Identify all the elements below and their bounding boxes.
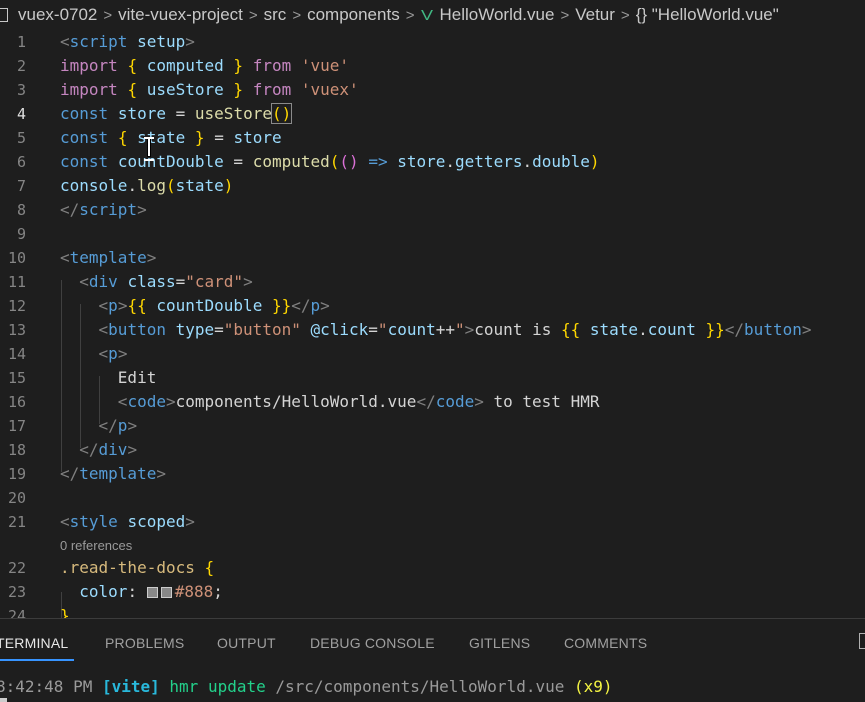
line-number: 12 bbox=[7, 297, 26, 315]
code-line[interactable]: const countDouble = computed(() => store… bbox=[60, 150, 600, 174]
line-number: 5 bbox=[16, 129, 26, 147]
breadcrumb-item-symbol[interactable]: {} "HelloWorld.vue" bbox=[636, 5, 779, 25]
code-line[interactable]: </div> bbox=[60, 438, 137, 462]
breadcrumb-item-file[interactable]: HelloWorld.vue bbox=[439, 5, 554, 25]
tab-debug-console[interactable]: DEBUG CONSOLE bbox=[310, 635, 435, 651]
breadcrumb-item-workspace[interactable]: vuex-0702 bbox=[18, 5, 97, 25]
vue-icon: V bbox=[421, 6, 434, 24]
code-line[interactable]: import { useStore } from 'vuex' bbox=[60, 78, 359, 102]
line-number: 9 bbox=[16, 225, 26, 243]
line-number: 15 bbox=[7, 369, 26, 387]
maximize-panel-icon[interactable] bbox=[859, 633, 865, 649]
codelens-references[interactable]: 0 references bbox=[60, 536, 132, 556]
chevron-right-icon: > bbox=[292, 6, 302, 24]
breadcrumb-item-vetur[interactable]: Vetur bbox=[575, 5, 615, 25]
breadcrumb-item-project[interactable]: vite-vuex-project bbox=[118, 5, 243, 25]
file-icon bbox=[0, 8, 8, 22]
terminal-tag: [vite] bbox=[101, 677, 160, 696]
terminal-message: hmr update bbox=[169, 677, 266, 696]
code-line[interactable]: </template> bbox=[60, 462, 166, 486]
line-number: 18 bbox=[7, 441, 26, 459]
code-line[interactable]: color: #888; bbox=[60, 580, 223, 604]
panel-tabs: TERMINAL PROBLEMS OUTPUT DEBUG CONSOLE G… bbox=[0, 619, 865, 663]
line-number: 23 bbox=[7, 583, 26, 601]
code-line[interactable]: <template> bbox=[60, 246, 156, 270]
code-line[interactable]: const { state } = store bbox=[60, 126, 282, 150]
terminal-time: 8:42:48 PM bbox=[0, 677, 93, 696]
breadcrumb-item-src[interactable]: src bbox=[264, 5, 287, 25]
line-number: 16 bbox=[7, 393, 26, 411]
code-line[interactable]: <code>components/HelloWorld.vue</code> t… bbox=[60, 390, 600, 414]
line-number: 10 bbox=[7, 249, 26, 267]
code-line[interactable]: } bbox=[60, 604, 70, 618]
line-number: 24 bbox=[7, 607, 26, 618]
chevron-right-icon: > bbox=[620, 6, 630, 24]
line-number: 11 bbox=[7, 273, 26, 291]
line-number: 17 bbox=[7, 417, 26, 435]
line-number: 22 bbox=[7, 559, 26, 577]
code-line[interactable]: console.log(state) bbox=[60, 174, 233, 198]
terminal-output-line: 8:42:48 PM [vite] hmr update /src/compon… bbox=[0, 677, 613, 696]
terminal-count: (x9) bbox=[574, 677, 613, 696]
tab-output[interactable]: OUTPUT bbox=[217, 635, 276, 651]
tab-comments[interactable]: COMMENTS bbox=[564, 635, 647, 651]
code-line[interactable]: </script> bbox=[60, 198, 147, 222]
code-line[interactable]: <div class="card"> bbox=[60, 270, 252, 294]
active-tab-indicator bbox=[0, 659, 74, 661]
code-line[interactable]: Edit bbox=[60, 366, 157, 390]
color-swatch-icon[interactable] bbox=[160, 587, 172, 598]
line-number: 13 bbox=[7, 321, 26, 339]
code-line[interactable]: <style scoped> bbox=[60, 510, 195, 534]
line-number: 19 bbox=[7, 465, 26, 483]
terminal-path: /src/components/HelloWorld.vue bbox=[275, 677, 565, 696]
line-number: 3 bbox=[16, 81, 26, 99]
text-cursor-icon bbox=[143, 136, 155, 161]
terminal-cursor bbox=[0, 698, 7, 702]
chevron-right-icon: > bbox=[103, 6, 113, 24]
chevron-right-icon: > bbox=[560, 6, 570, 24]
code-line[interactable]: <p> bbox=[60, 342, 128, 366]
tab-gitlens[interactable]: GITLENS bbox=[469, 635, 530, 651]
line-number: 7 bbox=[16, 177, 26, 195]
code-line[interactable]: import { computed } from 'vue' bbox=[60, 54, 349, 78]
code-line[interactable]: <p>{{ countDouble }}</p> bbox=[60, 294, 330, 318]
code-editor[interactable]: 1 <script setup> 2 import { computed } f… bbox=[0, 30, 865, 618]
tab-terminal[interactable]: TERMINAL bbox=[0, 635, 68, 651]
chevron-right-icon: > bbox=[248, 6, 258, 24]
breadcrumb: vuex-0702 > vite-vuex-project > src > co… bbox=[0, 0, 865, 30]
code-line[interactable]: .read-the-docs { bbox=[60, 556, 214, 580]
line-number: 20 bbox=[7, 489, 26, 507]
line-number: 2 bbox=[16, 57, 26, 75]
line-number: 1 bbox=[16, 33, 26, 51]
code-line-active[interactable]: const store = useStore() bbox=[60, 102, 293, 126]
code-line[interactable]: <script setup> bbox=[60, 30, 195, 54]
line-number: 8 bbox=[16, 201, 26, 219]
code-line[interactable]: <button type="button" @click="count++">c… bbox=[60, 318, 812, 342]
line-number-active: 4 bbox=[16, 105, 26, 123]
breadcrumb-item-components[interactable]: components bbox=[307, 5, 400, 25]
line-number: 6 bbox=[16, 153, 26, 171]
code-line[interactable]: </p> bbox=[60, 414, 138, 438]
chevron-right-icon: > bbox=[405, 6, 415, 24]
color-swatch-icon[interactable] bbox=[146, 587, 158, 598]
bottom-panel: TERMINAL PROBLEMS OUTPUT DEBUG CONSOLE G… bbox=[0, 618, 865, 702]
line-number: 14 bbox=[7, 345, 26, 363]
tab-problems[interactable]: PROBLEMS bbox=[105, 635, 184, 651]
line-number: 21 bbox=[7, 513, 26, 531]
